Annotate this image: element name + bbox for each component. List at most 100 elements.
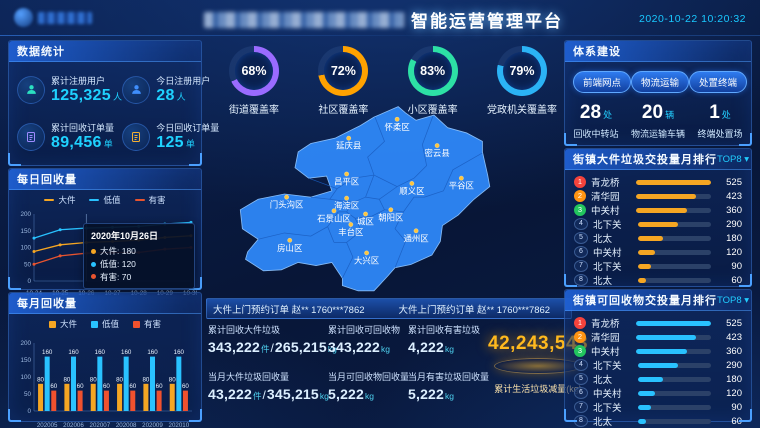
value-part: / <box>263 388 266 402</box>
top8-dropdown-recyclable[interactable]: TOP8 ▾ <box>717 295 749 306</box>
system-stat-value: 28处 <box>565 102 627 124</box>
page-title-wrap: 智能运营管理平台 <box>204 7 563 32</box>
center-bottom-stats: 累计回收大件垃圾343,222件/265,215kg当月大件垃圾回收量43,22… <box>208 323 560 417</box>
legend-item[interactable]: 低值 <box>91 318 119 330</box>
rank-badge: 3 <box>574 345 586 357</box>
ranking-row: 8北太60 <box>574 414 742 428</box>
panel-system-construction: 体系建设 前端网点物流运输处置终端 28处回收中转站20辆物流运输车辆1处终端处… <box>564 40 752 146</box>
system-tab-处置终端[interactable]: 处置终端 <box>689 71 747 93</box>
svg-text:160: 160 <box>95 349 106 356</box>
gauge-ring: 72% <box>318 46 368 96</box>
value-part: 345,215 <box>267 386 319 402</box>
svg-text:朝阳区: 朝阳区 <box>378 212 403 222</box>
system-tab-前端网点[interactable]: 前端网点 <box>573 71 631 93</box>
legend-marker <box>44 199 54 201</box>
svg-text:160: 160 <box>68 349 79 356</box>
rank-badge: 7 <box>574 260 588 272</box>
rank-badge: 3 <box>574 204 586 216</box>
svg-text:80: 80 <box>169 376 176 383</box>
rank-value: 360 <box>716 346 742 357</box>
svg-text:通州区: 通州区 <box>403 233 428 243</box>
ticker-item: 大件上门预约订单 赵** 1760***7862 <box>213 302 365 316</box>
rank-bar-track <box>638 236 711 241</box>
tooltip-row: 大件: 180 <box>91 245 187 258</box>
logo-icon <box>14 8 33 27</box>
rank-bar-fill <box>638 222 678 227</box>
rank-badge: 5 <box>574 373 588 385</box>
rank-value: 360 <box>716 205 742 216</box>
ranking-list-recyclable: 1青龙桥5252清华园4233中关村3604北下关2905北太1806中关村12… <box>565 311 751 420</box>
rank-value: 423 <box>716 191 742 202</box>
rank-badge: 6 <box>574 246 588 258</box>
rank-bar-fill <box>638 264 651 269</box>
svg-text:60: 60 <box>156 383 163 390</box>
header: 智能运营管理平台 2020-10-22 10:20:32 <box>0 0 760 36</box>
bottom-stat-value: 5,222kg <box>408 386 488 404</box>
system-stat: 28处回收中转站 <box>565 102 627 140</box>
gauge-value: 79% <box>503 52 541 90</box>
ranking-row: 5北太180 <box>574 231 742 245</box>
stat-col-hazardous: 累计回收有害垃圾4,222kg当月有害垃圾回收量5,222kg <box>408 323 488 417</box>
system-stat-unit: 辆 <box>665 110 674 120</box>
svg-text:100: 100 <box>20 374 31 381</box>
tooltip-row: 有害: 70 <box>91 271 187 284</box>
legend-item[interactable]: 有害 <box>135 194 166 206</box>
rank-value: 290 <box>716 219 742 230</box>
tooltip-text: 低值: 120 <box>100 258 136 271</box>
ranking-row: 6中关村120 <box>574 386 742 400</box>
rank-name: 北太 <box>593 372 633 386</box>
legend-item[interactable]: 有害 <box>133 318 161 330</box>
bottom-stat: 当月大件垃圾回收量43,222件/345,215kg <box>208 370 328 404</box>
order-icon <box>130 131 142 143</box>
legend-marker <box>133 321 140 328</box>
system-stat-unit: 处 <box>722 110 731 120</box>
rank-bar-track <box>636 349 711 354</box>
legend-item[interactable]: 大件 <box>44 194 75 206</box>
stat-unit: 人 <box>113 92 122 102</box>
rank-badge: 7 <box>574 401 588 413</box>
panel-ranking-recyclable: 街镇可回收物交投量月排行 TOP8 ▾ 1青龙桥5252清华园4233中关村36… <box>564 289 752 422</box>
stat-card: 累计注册用户125,325人 <box>17 74 122 105</box>
gauge-ring: 68% <box>229 46 279 96</box>
top8-dropdown-bulky[interactable]: TOP8 ▾ <box>717 154 749 165</box>
legend-marker <box>91 321 98 328</box>
svg-text:50: 50 <box>24 391 32 398</box>
rank-bar-track <box>638 377 711 382</box>
rank-bar-track <box>638 278 711 283</box>
page-title: 智能运营管理平台 <box>411 7 563 32</box>
svg-text:60: 60 <box>50 383 57 390</box>
svg-text:房山区: 房山区 <box>277 243 302 253</box>
ranking-row: 8北太60 <box>574 273 742 287</box>
stat-col-recyclable: 累计回收可回收物343,222kg当月可回收物回收量5,222kg <box>328 323 408 417</box>
logo <box>14 8 92 27</box>
ranking-row: 1青龙桥525 <box>574 175 742 189</box>
ranking-row: 3中关村360 <box>574 344 742 358</box>
stat-unit: 单 <box>186 139 195 149</box>
legend-item[interactable]: 大件 <box>49 318 77 330</box>
rank-name: 青龙桥 <box>591 175 631 189</box>
system-tab-物流运输[interactable]: 物流运输 <box>631 71 689 93</box>
rank-bar-track <box>636 208 711 213</box>
svg-text:0: 0 <box>27 278 31 285</box>
rank-bar-track <box>636 194 711 199</box>
rank-badge: 5 <box>574 232 588 244</box>
value-part: kg <box>365 391 374 401</box>
system-stat-number: 28 <box>580 102 601 123</box>
system-stat-number: 1 <box>709 102 720 123</box>
rank-bar-fill <box>636 321 711 326</box>
gauge-ring: 79% <box>497 46 547 96</box>
system-stat-value: 1处 <box>689 102 751 124</box>
bottom-stat-value: 343,222件/265,215kg <box>208 339 328 357</box>
rank-name: 中关村 <box>593 386 633 400</box>
gauge-value: 68% <box>235 52 273 90</box>
rank-bar-track <box>638 419 711 424</box>
gauge-value: 72% <box>324 52 362 90</box>
svg-text:平谷区: 平谷区 <box>448 181 473 191</box>
rank-bar-track <box>638 405 711 410</box>
tooltip-text: 有害: 70 <box>100 271 131 284</box>
bottom-stat: 累计回收可回收物343,222kg <box>328 323 408 357</box>
svg-text:密云县: 密云县 <box>424 148 449 158</box>
rank-name: 北下关 <box>593 217 633 231</box>
tooltip-date: 2020年10月26日 <box>91 229 187 242</box>
legend-item[interactable]: 低值 <box>89 194 120 206</box>
